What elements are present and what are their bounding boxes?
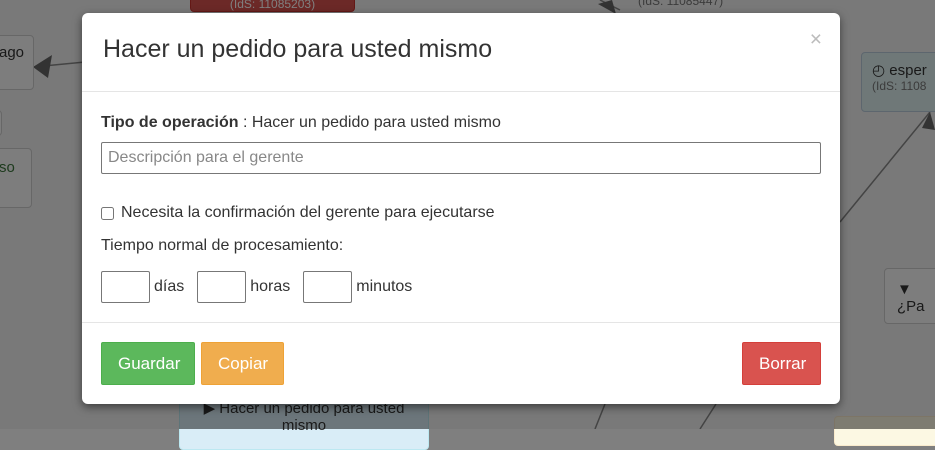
- operation-type-line: Tipo de operación : Hacer un pedido para…: [101, 114, 501, 132]
- operation-type-value: Hacer un pedido para usted mismo: [251, 114, 501, 131]
- minutes-unit-label: minutos: [356, 278, 413, 295]
- modal-body: Tipo de operación : Hacer un pedido para…: [82, 92, 840, 323]
- days-unit-label: días: [154, 278, 185, 295]
- confirmation-row[interactable]: Necesita la confirmación del gerente par…: [101, 204, 495, 222]
- close-icon[interactable]: ×: [810, 29, 822, 50]
- days-input[interactable]: [101, 271, 150, 303]
- hours-unit-label: horas: [250, 278, 291, 295]
- manager-confirmation-checkbox[interactable]: [101, 206, 114, 220]
- modal-title: Hacer un pedido para usted mismo: [103, 35, 493, 63]
- processing-time-row: días horas minutos: [101, 271, 425, 303]
- processing-time-label: Tiempo normal de procesamiento:: [101, 237, 344, 254]
- order-modal: Hacer un pedido para usted mismo × Tipo …: [82, 13, 840, 404]
- manager-description-input[interactable]: [101, 142, 821, 174]
- operation-separator: :: [238, 114, 252, 131]
- minutes-input[interactable]: [303, 271, 353, 303]
- copy-button[interactable]: Copiar: [201, 342, 284, 385]
- hours-input[interactable]: [197, 271, 247, 303]
- save-button[interactable]: Guardar: [101, 342, 195, 385]
- modal-footer: Guardar Copiar Borrar: [82, 323, 840, 405]
- modal-header: Hacer un pedido para usted mismo ×: [82, 13, 840, 92]
- delete-button[interactable]: Borrar: [742, 342, 821, 385]
- manager-confirmation-label: Necesita la confirmación del gerente par…: [121, 204, 495, 221]
- operation-type-label: Tipo de operación: [101, 114, 239, 131]
